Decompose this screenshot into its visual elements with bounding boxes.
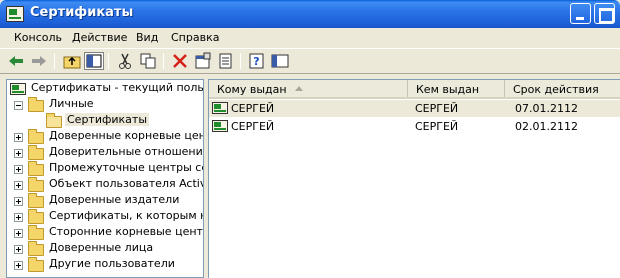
column-label: Кому выдан (217, 83, 287, 96)
window-title: Сертификаты (30, 5, 134, 20)
description-icon[interactable] (270, 52, 290, 70)
folder-icon (28, 257, 44, 272)
table-row[interactable]: СЕРГЕЙ СЕРГЕЙ 07.01.2112 (209, 100, 620, 117)
certificate-icon (212, 120, 228, 132)
cell-issued-by: СЕРГЕЙ (415, 102, 459, 115)
help-icon[interactable]: ? (247, 52, 267, 70)
tree-item-label: Доверенные издатели (49, 193, 180, 206)
certificate-app-icon (6, 6, 24, 22)
folder-icon (28, 145, 44, 160)
tree-item-label: Промежуточные центры серти (49, 161, 203, 174)
console-tree[interactable]: Сертификаты - текущий пользова Личные Се… (6, 79, 204, 278)
column-label: Кем выдан (416, 83, 480, 96)
expand-icon[interactable] (14, 229, 23, 238)
minimize-button[interactable] (570, 3, 591, 24)
toolbar-separator (240, 53, 241, 69)
list-header: Кому выдан Кем выдан Срок действия (209, 80, 620, 99)
export-list-icon[interactable] (216, 52, 236, 70)
expand-icon[interactable] (14, 149, 23, 158)
forward-arrow-icon[interactable] (29, 52, 49, 70)
expand-icon[interactable] (14, 133, 23, 142)
open-folder-icon (46, 113, 62, 128)
menu-action[interactable]: Действие (72, 31, 127, 44)
collapse-icon[interactable] (14, 101, 23, 110)
expand-icon[interactable] (14, 165, 23, 174)
expand-icon[interactable] (14, 213, 23, 222)
tree-root-label: Сертификаты - текущий пользова (31, 81, 204, 94)
column-label: Срок действия (513, 83, 599, 96)
tree-item-label: Доверительные отношения в (49, 145, 204, 158)
menu-help[interactable]: Справка (171, 31, 219, 44)
cell-issued-to: СЕРГЕЙ (231, 120, 275, 133)
copy-icon[interactable] (138, 52, 158, 70)
folder-icon (28, 225, 44, 240)
tree-item-label: Другие пользователи (49, 257, 175, 270)
delete-icon[interactable] (170, 52, 190, 70)
tree-item-label: Объект пользователя Active D (49, 177, 203, 190)
tree-item-label: Доверенные корневые центры (49, 129, 204, 142)
cell-issued-to: СЕРГЕЙ (231, 102, 275, 115)
toolbar: ? (0, 48, 620, 74)
tree-item-label: Доверенные лица (49, 241, 154, 254)
up-folder-icon[interactable] (62, 52, 82, 70)
column-issued-to[interactable]: Кому выдан (209, 80, 408, 97)
cell-expires: 02.01.2112 (515, 120, 578, 133)
toolbar-separator (163, 53, 164, 69)
cell-expires: 07.01.2112 (515, 102, 578, 115)
title-bar[interactable]: Сертификаты (0, 0, 620, 28)
table-row[interactable]: СЕРГЕЙ СЕРГЕЙ 02.01.2112 (209, 118, 620, 135)
certificate-icon (212, 102, 228, 114)
svg-text:?: ? (253, 55, 259, 68)
folder-icon (28, 177, 44, 192)
cell-issued-by: СЕРГЕЙ (415, 120, 459, 133)
certificates-snapin-icon (10, 83, 26, 95)
expand-icon[interactable] (14, 181, 23, 190)
tree-item-label: Сертификаты, к которым нет (49, 209, 204, 222)
sort-ascending-icon (295, 86, 303, 91)
toolbar-separator (108, 53, 109, 69)
folder-icon (28, 161, 44, 176)
tree-item-label: Личные (49, 97, 94, 110)
toolbar-separator (54, 53, 55, 69)
folder-icon (28, 193, 44, 208)
expand-icon[interactable] (14, 261, 23, 270)
folder-icon (28, 209, 44, 224)
back-arrow-icon[interactable] (6, 52, 26, 70)
folder-icon (28, 97, 44, 112)
show-hide-tree-icon[interactable] (84, 52, 104, 70)
menu-console[interactable]: Консоль (14, 31, 62, 44)
column-expiration[interactable]: Срок действия (505, 80, 620, 97)
tree-item-label: Сертификаты (65, 113, 150, 126)
properties-icon[interactable] (193, 52, 213, 70)
menu-view[interactable]: Вид (136, 31, 158, 44)
tree-item-label: Сторонние корневые центры с (49, 225, 203, 238)
cut-icon[interactable] (115, 52, 135, 70)
maximize-button[interactable] (594, 3, 615, 24)
expand-icon[interactable] (14, 197, 23, 206)
column-issued-by[interactable]: Кем выдан (408, 80, 505, 97)
certificate-list[interactable]: Кому выдан Кем выдан Срок действия СЕРГЕ… (208, 79, 620, 278)
menu-bar: Консоль Действие Вид Справка (0, 28, 620, 48)
folder-icon (28, 241, 44, 256)
expand-icon[interactable] (14, 245, 23, 254)
folder-icon (28, 129, 44, 144)
